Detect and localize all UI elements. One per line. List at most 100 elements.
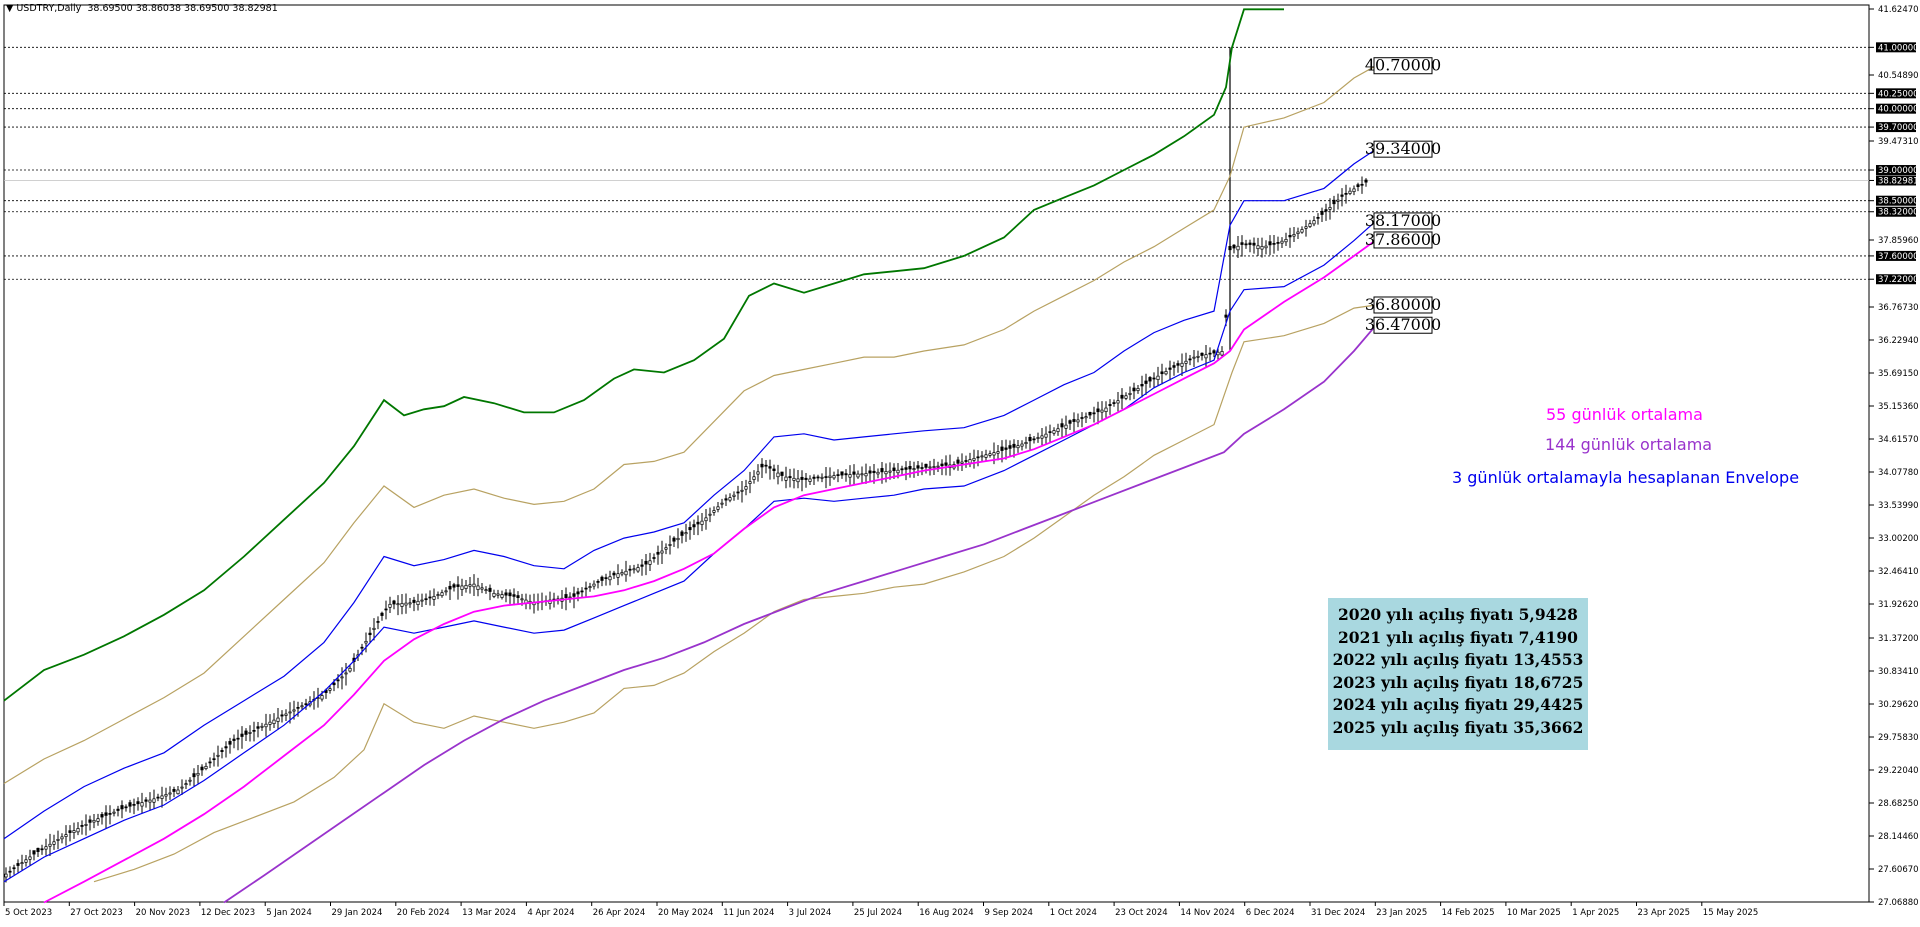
candle-body — [364, 640, 368, 644]
y-tick-label: 40.25000 — [1878, 89, 1919, 99]
x-tick-label: 13 Mar 2024 — [462, 908, 516, 918]
candle-body — [176, 789, 180, 795]
candle-body — [624, 570, 628, 576]
y-tick-label: 28.68250 — [1878, 799, 1919, 809]
candle-body — [232, 738, 236, 741]
candle-body — [288, 711, 292, 714]
candle-body — [388, 603, 392, 608]
value-label: 36.47000 — [1365, 315, 1441, 334]
candle-body — [620, 572, 624, 575]
candle-body — [104, 812, 108, 816]
candle-body — [684, 532, 688, 535]
candle-body — [84, 824, 88, 826]
candle-body — [440, 592, 444, 597]
y-tick-label: 38.82981 — [1878, 176, 1919, 186]
y-tick-label: 41.62470 — [1878, 5, 1919, 15]
candle-body — [424, 598, 428, 601]
candle-body — [1312, 220, 1316, 225]
candle-body — [1212, 350, 1216, 354]
candle-body — [196, 772, 200, 776]
candle-body — [1136, 388, 1140, 391]
y-tick-label: 33.00200 — [1878, 534, 1919, 544]
candle-body — [636, 567, 640, 572]
candle-body — [1156, 375, 1160, 380]
candle-body — [468, 584, 472, 587]
candle-body — [980, 455, 984, 458]
candle-body — [380, 612, 384, 616]
candle-body — [584, 587, 588, 590]
candle-body — [1052, 430, 1056, 434]
candle-body — [984, 454, 988, 458]
candle-body — [1120, 394, 1124, 399]
candle-body — [1180, 362, 1184, 367]
x-tick-label: 25 Jul 2024 — [854, 908, 902, 918]
candle-body — [652, 557, 656, 559]
candle-body — [888, 470, 892, 473]
x-tick-label: 6 Dec 2024 — [1246, 908, 1295, 918]
candle-body — [968, 459, 972, 464]
candle-body — [708, 513, 712, 516]
candle-body — [216, 754, 220, 757]
symbol-timeframe: USDTRY,Daily — [16, 3, 82, 14]
candle-body — [1272, 243, 1276, 245]
candle-body — [1164, 371, 1168, 375]
candle-body — [964, 460, 968, 462]
symbol-menu-icon[interactable]: ▼ — [6, 3, 13, 14]
candle-body — [1132, 387, 1136, 392]
candle-body — [248, 732, 252, 734]
candle-body — [788, 476, 792, 479]
candle-body — [508, 592, 512, 597]
candle-body — [436, 594, 440, 596]
x-tick-label: 5 Jan 2024 — [266, 908, 312, 918]
y-tick-label: 40.00000 — [1878, 105, 1919, 115]
candle-body — [736, 491, 740, 494]
candle-body — [76, 828, 80, 833]
candle-body — [516, 595, 520, 598]
x-tick-label: 1 Apr 2025 — [1572, 908, 1619, 918]
y-tick-label: 36.76730 — [1878, 303, 1919, 313]
candle-body — [1332, 199, 1336, 205]
candle-body — [128, 802, 132, 807]
candle-body — [668, 544, 672, 546]
candle-body — [1076, 419, 1080, 423]
candle-body — [264, 723, 268, 728]
candle-body — [132, 803, 136, 806]
candle-body — [720, 502, 724, 505]
info-line: 2025 yılı açılış fiyatı 35,3662 — [1332, 717, 1584, 737]
candle-body — [1172, 365, 1176, 368]
candle-body — [292, 709, 296, 712]
candle-body — [656, 551, 660, 555]
candle-body — [884, 471, 888, 475]
candle-body — [236, 737, 240, 740]
candle-body — [1288, 235, 1292, 238]
candle-body — [704, 517, 708, 522]
candle-body — [692, 524, 696, 528]
x-tick-label: 9 Sep 2024 — [985, 908, 1033, 918]
candle-body — [172, 789, 176, 792]
candle-body — [992, 452, 996, 456]
candle-body — [428, 596, 432, 599]
x-tick-label: 5 Oct 2023 — [5, 908, 52, 918]
candle-body — [688, 527, 692, 531]
candle-body — [1356, 184, 1360, 188]
price-chart[interactable]: 40.70000 39.34000 38.1700037.86000 36.80000… — [0, 0, 1920, 927]
y-tick-label: 37.85960 — [1878, 236, 1919, 246]
candle-body — [880, 468, 884, 473]
candle-body — [936, 465, 940, 468]
candle-body — [208, 761, 212, 764]
candle-body — [1192, 356, 1196, 359]
chart-title: ▼ USDTRY,Daily 38.69500 38.86038 38.6950… — [6, 3, 278, 14]
candle-body — [580, 590, 584, 593]
candle-body — [1036, 437, 1040, 439]
candle-body — [108, 813, 112, 815]
candle-body — [760, 463, 764, 468]
candle-body — [1336, 199, 1340, 202]
x-tick-label: 10 Mar 2025 — [1507, 908, 1561, 918]
candle-body — [212, 758, 216, 761]
x-tick-label: 26 Apr 2024 — [593, 908, 646, 918]
candle-body — [416, 600, 420, 605]
candle-body — [1016, 445, 1020, 449]
candle-body — [1224, 314, 1228, 318]
candle-body — [744, 486, 748, 490]
candle-body — [872, 470, 876, 474]
